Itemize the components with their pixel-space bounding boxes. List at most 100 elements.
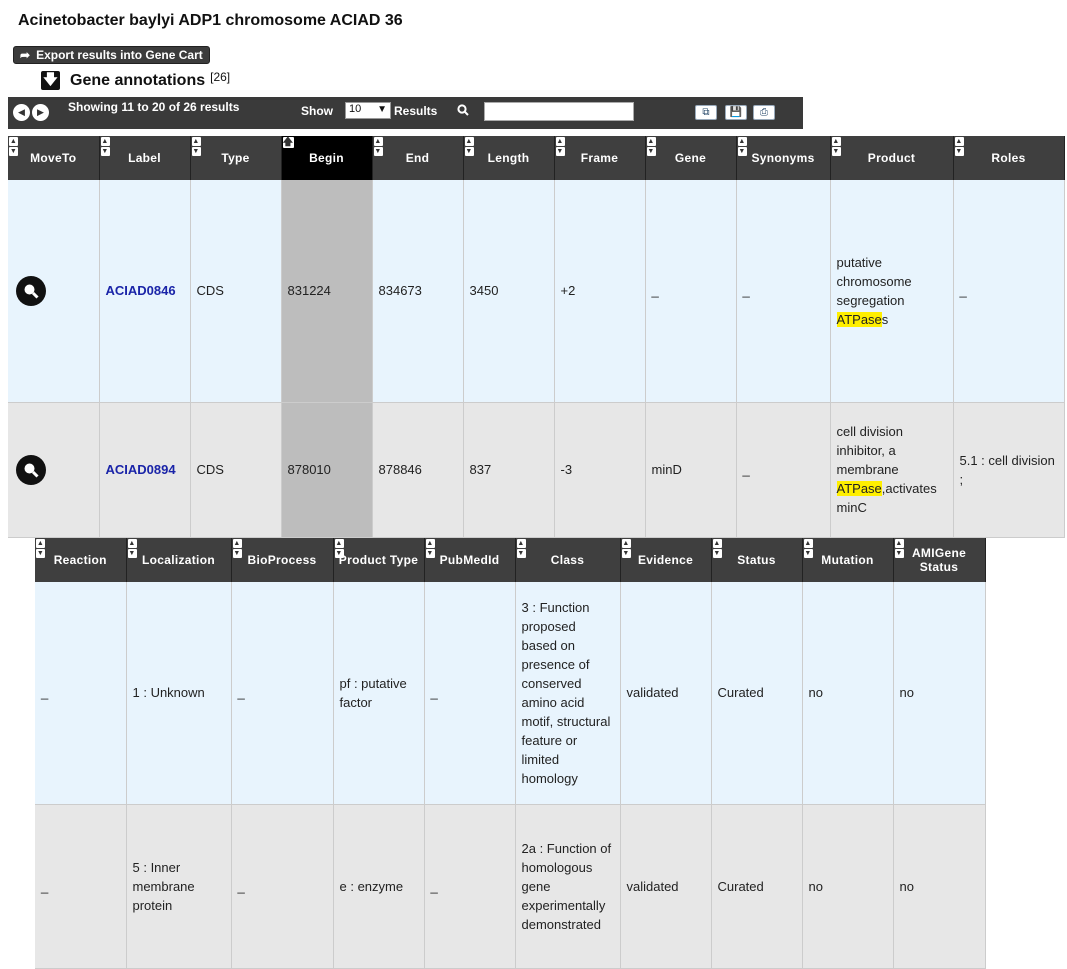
col-reaction[interactable]: ▲ ▼ Reaction [35,538,127,582]
moveto-cell [8,402,100,538]
save-icon[interactable]: 💾 [725,105,747,120]
section-header: 🡇 Gene annotations [26] [41,69,231,90]
label-cell: ACIAD0846 [99,180,191,403]
export-gene-cart-button[interactable]: ➦ Export results into Gene Cart [13,46,210,64]
col-gene[interactable]: ▲ ▼ Gene [645,136,737,180]
frame-cell: +2 [554,180,646,403]
evidence-cell: validated [620,804,712,969]
col-frame[interactable]: ▲ ▼ Frame [554,136,646,180]
col-begin[interactable]: 🡅 Begin [281,136,373,180]
type-cell: CDS [190,402,282,538]
col-length[interactable]: ▲ ▼ Length [463,136,555,180]
col-roles[interactable]: ▲ ▼ Roles [953,136,1065,180]
page-size-value: 10 [349,103,362,115]
collapse-arrow-icon[interactable]: 🡇 [41,71,60,90]
table-row: ACIAD0846 CDS 831224 834673 3450 +2 _ _ … [8,180,1065,403]
class-cell: 3 : Function proposed based on presence … [515,582,621,805]
end-cell: 834673 [372,180,464,403]
section-title: Gene annotations [70,71,206,89]
col-amigene-status[interactable]: ▲ ▼ AMIGene Status [893,538,986,582]
copy-icon[interactable]: ⧉ [695,105,717,120]
product-type-cell: e : enzyme [333,804,425,969]
mutation-cell: no [802,582,894,805]
localization-cell: 5 : Inner membrane protein [126,804,232,969]
status-cell: Curated [711,582,803,805]
synonyms-cell: _ [736,180,831,403]
col-end[interactable]: ▲ ▼ End [372,136,464,180]
magnifier-icon[interactable] [16,454,46,485]
col-mutation[interactable]: ▲ ▼ Mutation [802,538,894,582]
amigene-status-cell: no [893,582,986,805]
results-toolbar: ◀ ▶ Showing 11 to 20 of 26 results Show … [8,97,803,129]
product-cell: cell division inhibitor, a membrane ATPa… [830,402,954,538]
col-localization[interactable]: ▲ ▼ Localization [126,538,232,582]
table-row: ACIAD0894 CDS 878010 878846 837 -3 minD … [8,402,1065,538]
table-row: _ 5 : Inner membrane protein _ e : enzym… [35,804,986,969]
gene-table: ▲ ▼ MoveTo ▲ ▼ Label ▲ ▼ Type 🡅 Begin ▲ ▼ End ▲ ▼ L… [8,136,1065,538]
search-highlight: ATPase [836,481,882,496]
gene-table-header: ▲ ▼ MoveTo ▲ ▼ Label ▲ ▼ Type 🡅 Begin ▲ ▼ End ▲ ▼ L… [8,136,1065,180]
product-cell: putative chromosome segregation ATPases [830,180,954,403]
col-bioprocess[interactable]: ▲ ▼ BioProcess [231,538,334,582]
frame-cell: -3 [554,402,646,538]
amigene-status-cell: no [893,804,986,969]
length-cell: 837 [463,402,555,538]
annotation-detail-table: ▲ ▼ Reaction ▲ ▼ Localization ▲ ▼ BioProcess ▲… [35,538,986,969]
detail-table-header: ▲ ▼ Reaction ▲ ▼ Localization ▲ ▼ BioProcess ▲… [35,538,986,582]
col-product-type[interactable]: ▲ ▼ Product Type [333,538,425,582]
length-cell: 3450 [463,180,555,403]
col-status[interactable]: ▲ ▼ Status [711,538,803,582]
class-cell: 2a : Function of homologous gene experim… [515,804,621,969]
moveto-cell [8,180,100,403]
pubmed-cell: _ [424,582,516,805]
roles-cell: 5.1 : cell division ; [953,402,1065,538]
bioprocess-cell: _ [231,582,334,805]
col-label[interactable]: ▲ ▼ Label [99,136,191,180]
gene-cell: _ [645,180,737,403]
search-highlight: ATPase [836,311,882,327]
status-cell: Curated [711,804,803,969]
page-size-select[interactable]: 10 ▼ [345,102,391,119]
gene-cell: minD [645,402,737,538]
begin-cell: 878010 [281,402,373,538]
reaction-cell: _ [35,804,127,969]
pager: ◀ ▶ [13,104,49,121]
mutation-cell: no [802,804,894,969]
print-icon[interactable]: ⎙ [753,105,775,120]
col-type[interactable]: ▲ ▼ Type [190,136,282,180]
col-synonyms[interactable]: ▲ ▼ Synonyms [736,136,831,180]
section-count: [26] [210,69,231,84]
search-input[interactable] [484,102,634,121]
export-button-label: Export results into Gene Cart [36,48,203,62]
reaction-cell: _ [35,582,127,805]
synonyms-cell: _ [736,402,831,538]
show-label: Show [301,104,333,118]
bioprocess-cell: _ [231,804,334,969]
page-title: Acinetobacter baylyi ADP1 chromosome ACI… [18,12,403,29]
begin-cell: 831224 [281,180,373,403]
share-arrow-icon: ➦ [20,48,31,62]
table-row: _ 1 : Unknown _ pf : putative factor _ 3… [35,582,986,805]
localization-cell: 1 : Unknown [126,582,232,805]
next-page-icon[interactable]: ▶ [32,104,49,121]
gene-label-link[interactable]: ACIAD0894 [106,462,176,477]
pubmed-cell: _ [424,804,516,969]
magnifier-icon[interactable] [16,275,46,306]
gene-label-link[interactable]: ACIAD0846 [106,283,176,298]
label-cell: ACIAD0894 [99,402,191,538]
end-cell: 878846 [372,402,464,538]
evidence-cell: validated [620,582,712,805]
type-cell: CDS [190,180,282,403]
col-evidence[interactable]: ▲ ▼ Evidence [620,538,712,582]
results-label: Results [394,104,438,118]
previous-page-icon[interactable]: ◀ [13,104,30,121]
col-product[interactable]: ▲ ▼ Product [830,136,954,180]
roles-cell: _ [953,180,1065,403]
col-pubmedid[interactable]: ▲ ▼ PubMedId [424,538,516,582]
search-icon [457,104,469,119]
showing-text: Showing 11 to 20 of 26 results [68,100,240,114]
col-moveto[interactable]: ▲ ▼ MoveTo [8,136,100,180]
product-type-cell: pf : putative factor [333,582,425,805]
col-class[interactable]: ▲ ▼ Class [515,538,621,582]
dropdown-caret-icon: ▼ [377,104,387,115]
